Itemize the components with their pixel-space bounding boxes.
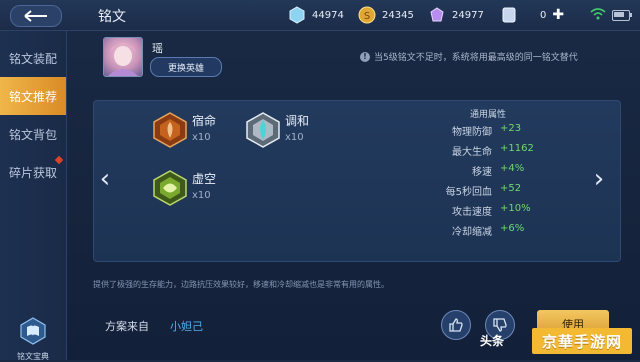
sidebar-item-rune-bag[interactable]: 铭文背包	[0, 115, 66, 153]
rune-count: x10	[192, 190, 211, 201]
attribute-row: 冷却缩减 +6%	[430, 223, 580, 239]
harmony-rune-icon	[246, 112, 280, 148]
notice-text: 当5级铭文不足时，系统将用最高级的同一铭文替代	[374, 53, 578, 63]
gold-coin-icon: S	[358, 6, 376, 24]
diamond-value: 44974	[312, 9, 344, 21]
change-hero-button[interactable]: 更换英雄	[150, 57, 222, 77]
top-bar: 铭文 44974 S 24345 24977 0 ✚	[0, 0, 640, 31]
thumbs-up-icon	[449, 318, 463, 332]
sidebar-item-rune-recommend[interactable]: 铭文推荐	[0, 77, 66, 115]
attributes-title: 通用属性	[470, 110, 507, 120]
source-label: 方案来自	[105, 320, 149, 333]
watermark-left: 头条	[480, 334, 505, 348]
rune-count: x10	[192, 132, 211, 143]
rune-count: x10	[285, 132, 304, 143]
sidebar: 铭文装配 铭文推荐 铭文背包 碎片获取 铭文宝典	[0, 31, 67, 362]
thumbs-down-icon	[493, 318, 507, 332]
sidebar-item-fragments[interactable]: 碎片获取	[0, 153, 66, 191]
attribute-value: +23	[500, 123, 522, 134]
crystal-value: 24977	[452, 9, 484, 21]
rune-item[interactable]: 调和 x10	[245, 112, 309, 148]
ticket-icon	[502, 7, 516, 23]
rune-codex-button[interactable]: 铭文宝典	[12, 316, 54, 362]
rune-name: 虚空	[192, 172, 217, 186]
add-icon[interactable]: ✚	[552, 7, 564, 23]
page-title: 铭文	[98, 9, 126, 25]
back-button[interactable]	[10, 5, 62, 27]
attribute-name: 冷却缩减	[452, 227, 492, 238]
svg-text:S: S	[364, 11, 370, 22]
hero-avatar	[103, 37, 143, 77]
sidebar-item-rune-assembly[interactable]: 铭文装配	[0, 39, 66, 77]
diamond-counter: 44974	[288, 6, 344, 24]
hero-name: 瑶	[152, 42, 163, 55]
next-arrow-icon[interactable]: ›	[589, 164, 609, 194]
gold-counter: S 24345	[358, 6, 414, 24]
watermark-logo: 京華手游网	[532, 328, 632, 354]
attribute-row: 最大生命 +1162	[430, 143, 580, 159]
plan-description: 提供了极强的生存能力，边路抗压效果较好，移速和冷却缩减也是非常有用的属性。	[93, 280, 389, 289]
crystal-counter: 24977	[428, 6, 484, 24]
attribute-value: +6%	[500, 223, 525, 234]
like-button[interactable]	[441, 310, 471, 340]
sidebar-item-label: 碎片获取	[8, 165, 57, 180]
info-icon: !	[360, 51, 370, 62]
sidebar-item-label: 铭文装配	[8, 51, 57, 66]
source-author-link[interactable]: 小妲己	[170, 318, 203, 334]
attribute-value: +10%	[500, 203, 531, 214]
attribute-row: 攻击速度 +10%	[430, 203, 580, 219]
attribute-name: 每5秒回血	[445, 187, 492, 198]
attribute-row: 物理防御 +23	[430, 123, 580, 139]
hero-portrait-icon	[108, 43, 138, 76]
notice: ! 当5级铭文不足时，系统将用最高级的同一铭文替代	[360, 50, 578, 63]
fate-rune-icon	[153, 112, 187, 148]
book-icon	[20, 317, 46, 345]
attribute-row: 移速 +4%	[430, 163, 580, 179]
attribute-name: 攻击速度	[452, 207, 492, 218]
rune-item[interactable]: 虚空 x10	[152, 170, 216, 206]
prev-arrow-icon[interactable]: ‹	[95, 164, 115, 194]
gold-value: 24345	[382, 9, 414, 21]
back-arrow-icon	[24, 10, 47, 22]
attribute-value: +1162	[500, 143, 534, 154]
crystal-icon	[430, 7, 444, 22]
attribute-value: +52	[500, 183, 522, 194]
rune-item[interactable]: 宿命 x10	[152, 112, 216, 148]
attribute-name: 最大生命	[452, 147, 492, 158]
sidebar-item-label: 铭文背包	[8, 127, 57, 142]
ticket-value: 0	[540, 9, 547, 21]
sidebar-item-label: 铭文推荐	[8, 89, 57, 104]
battery-icon	[612, 10, 632, 21]
attribute-row: 每5秒回血 +52	[430, 183, 580, 199]
void-rune-icon	[153, 170, 187, 206]
attribute-value: +4%	[500, 163, 525, 174]
codex-label: 铭文宝典	[17, 352, 49, 361]
attribute-name: 移速	[472, 167, 492, 178]
diamond-icon	[289, 6, 305, 24]
attribute-name: 物理防御	[452, 127, 492, 138]
rune-name: 宿命	[192, 114, 217, 128]
wifi-icon	[590, 8, 606, 20]
rune-name: 调和	[285, 114, 310, 128]
ticket-counter: 0 ✚	[500, 6, 564, 24]
